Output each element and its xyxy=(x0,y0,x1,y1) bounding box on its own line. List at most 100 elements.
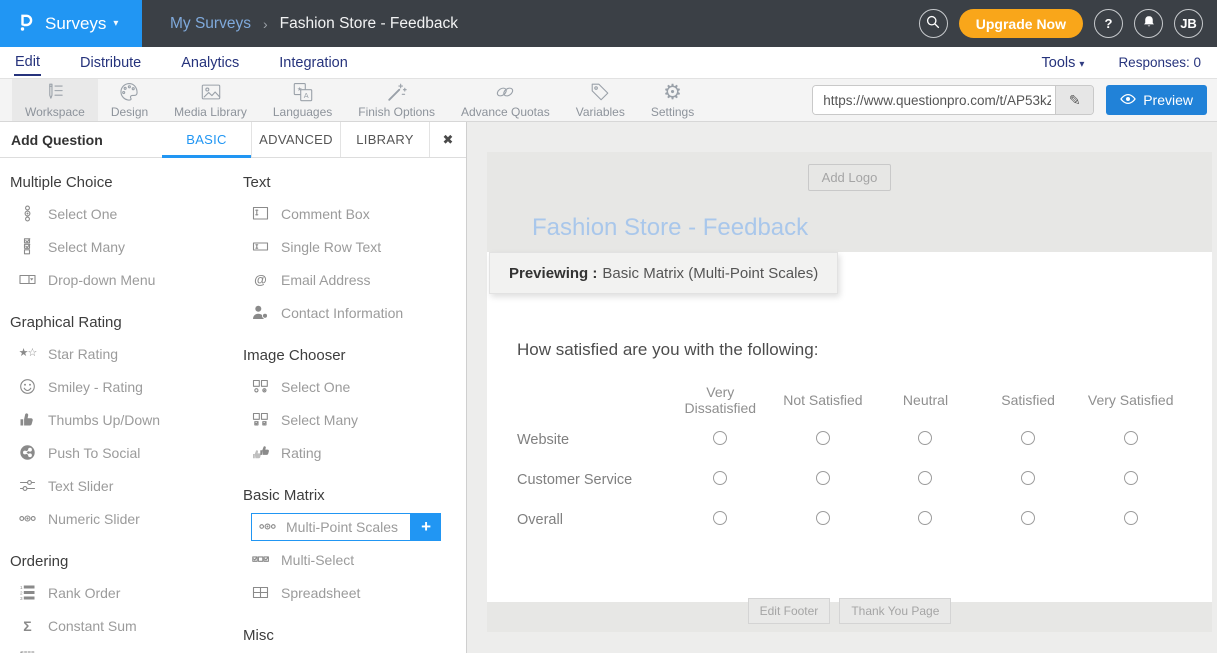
matrix-radio[interactable] xyxy=(816,511,830,525)
tools-menu[interactable]: Tools ▾ xyxy=(1042,55,1085,71)
question-type-item[interactable]: ★☆Star Rating xyxy=(10,337,233,370)
toolbar-languages[interactable]: ★A Languages xyxy=(260,79,345,121)
svg-text:★: ★ xyxy=(297,86,302,93)
question-type-item[interactable]: Select One xyxy=(243,370,466,403)
question-type-label: Push To Social xyxy=(48,445,140,461)
question-type-item[interactable]: Multi-Select xyxy=(243,543,466,576)
single-row-icon xyxy=(251,238,270,256)
matrix-radio[interactable] xyxy=(816,471,830,485)
responses-count[interactable]: Responses: 0 xyxy=(1118,55,1203,70)
question-type-label: Single Row Text xyxy=(281,239,381,255)
matrix-column-header: Satisfied xyxy=(977,392,1080,408)
question-type-item[interactable]: Select One xyxy=(10,197,233,230)
question-type-item[interactable]: Comment Box xyxy=(243,197,466,230)
product-switcher[interactable]: Surveys ▾ xyxy=(0,0,142,47)
tab-distribute[interactable]: Distribute xyxy=(79,50,142,75)
question-type-item[interactable] xyxy=(10,642,233,653)
matrix-radio[interactable] xyxy=(918,471,932,485)
thank-you-page-button[interactable]: Thank You Page xyxy=(839,598,951,624)
question-type-label: Rating xyxy=(281,445,321,461)
question-type-label: Select Many xyxy=(48,239,125,255)
eye-icon xyxy=(1120,92,1136,108)
upgrade-now-button[interactable]: Upgrade Now xyxy=(959,9,1083,38)
question-type-item[interactable]: Select Many xyxy=(243,403,466,436)
edit-footer-button[interactable]: Edit Footer xyxy=(748,598,831,624)
question-type-item[interactable]: Push To Social xyxy=(10,436,233,469)
question-type-item[interactable]: Multi-Point Scales+ xyxy=(243,510,466,543)
question-type-item[interactable]: Numeric Slider xyxy=(10,502,233,535)
question-type-item[interactable]: Contact Information xyxy=(243,296,466,329)
matrix-radio[interactable] xyxy=(713,431,727,445)
notifications-button[interactable] xyxy=(1134,9,1163,38)
edit-url-button[interactable]: ✎ xyxy=(1055,86,1093,114)
selected-question-type[interactable]: Multi-Point Scales xyxy=(251,513,411,541)
matrix-radio[interactable] xyxy=(1124,511,1138,525)
tab-basic[interactable]: BASIC xyxy=(162,122,251,157)
question-type-item[interactable]: Spreadsheet xyxy=(243,576,466,609)
matrix-radio[interactable] xyxy=(1124,431,1138,445)
matrix-row-label: Customer Service xyxy=(517,472,669,488)
matrix-radio[interactable] xyxy=(1021,511,1035,525)
survey-title[interactable]: Fashion Store - Feedback xyxy=(532,214,1212,252)
matrix-radio[interactable] xyxy=(816,431,830,445)
toolbar-media-library[interactable]: Media Library xyxy=(161,79,260,121)
bell-icon xyxy=(1141,14,1157,33)
matrix-radio[interactable] xyxy=(918,511,932,525)
tab-library[interactable]: LIBRARY xyxy=(340,122,429,157)
add-question-plus-button[interactable]: + xyxy=(411,513,441,541)
tab-analytics[interactable]: Analytics xyxy=(180,50,240,75)
question-type-item[interactable]: Drop-down Menu xyxy=(10,263,233,296)
toolbar-workspace[interactable]: Workspace xyxy=(12,79,98,121)
tab-advanced[interactable]: ADVANCED xyxy=(251,122,340,157)
toolbar-settings[interactable]: ⚙ Settings xyxy=(638,79,707,121)
toolbar-variables[interactable]: Variables xyxy=(563,79,638,121)
question-type-item[interactable]: Text Slider xyxy=(10,469,233,502)
search-button[interactable] xyxy=(919,9,948,38)
category-heading: Ordering xyxy=(10,553,233,570)
svg-text:1: 1 xyxy=(20,585,23,590)
add-logo-button[interactable]: Add Logo xyxy=(808,164,892,191)
question-type-label: Spreadsheet xyxy=(281,585,360,601)
matrix-radio[interactable] xyxy=(1021,431,1035,445)
advance-quotas-icon xyxy=(493,81,517,103)
contact-icon xyxy=(251,304,270,322)
question-type-item[interactable]: Rating xyxy=(243,436,466,469)
question-type-item[interactable]: Thumbs Up/Down xyxy=(10,403,233,436)
finish-options-icon xyxy=(385,81,409,103)
svg-text:3: 3 xyxy=(20,596,23,601)
matrix-table: Very DissatisfiedNot SatisfiedNeutralSat… xyxy=(517,384,1182,540)
svg-text:2: 2 xyxy=(20,591,23,596)
image-select-one-icon xyxy=(251,378,270,396)
matrix-radio[interactable] xyxy=(713,471,727,485)
matrix-radio[interactable] xyxy=(713,511,727,525)
toolbar-design[interactable]: Design xyxy=(98,79,161,121)
multi-point-icon xyxy=(258,518,277,536)
question-type-item[interactable]: Select Many xyxy=(10,230,233,263)
matrix-radio[interactable] xyxy=(918,431,932,445)
help-button[interactable]: ? xyxy=(1094,9,1123,38)
question-type-label: Rank Order xyxy=(48,585,120,601)
question-type-item[interactable]: Smiley - Rating xyxy=(10,370,233,403)
breadcrumb-my-surveys[interactable]: My Surveys xyxy=(170,15,251,33)
matrix-radio[interactable] xyxy=(1021,471,1035,485)
preview-button[interactable]: Preview xyxy=(1106,85,1207,115)
star-rating-icon: ★☆ xyxy=(18,345,37,363)
tab-edit[interactable]: Edit xyxy=(14,49,41,76)
question-type-item[interactable]: @Email Address xyxy=(243,263,466,296)
question-type-label: Smiley - Rating xyxy=(48,379,143,395)
question-type-label: Drop-down Menu xyxy=(48,272,155,288)
toolbar-advance-quotas[interactable]: Advance Quotas xyxy=(448,79,563,121)
survey-url-input[interactable] xyxy=(813,86,1055,114)
svg-text:A: A xyxy=(303,91,308,100)
toolbar-finish-options[interactable]: Finish Options xyxy=(345,79,448,121)
question-type-label: Comment Box xyxy=(281,206,370,222)
matrix-radio[interactable] xyxy=(1124,471,1138,485)
question-type-item[interactable]: 123 Rank Order xyxy=(10,576,233,609)
tab-integration[interactable]: Integration xyxy=(278,50,349,75)
question-type-item[interactable]: Single Row Text xyxy=(243,230,466,263)
questionpro-logo-icon xyxy=(12,8,38,39)
question-type-item[interactable]: ΣConstant Sum xyxy=(10,609,233,642)
close-panel-button[interactable]: ✖ xyxy=(429,122,466,157)
avatar[interactable]: JB xyxy=(1174,9,1203,38)
category-heading: Image Chooser xyxy=(243,347,466,364)
